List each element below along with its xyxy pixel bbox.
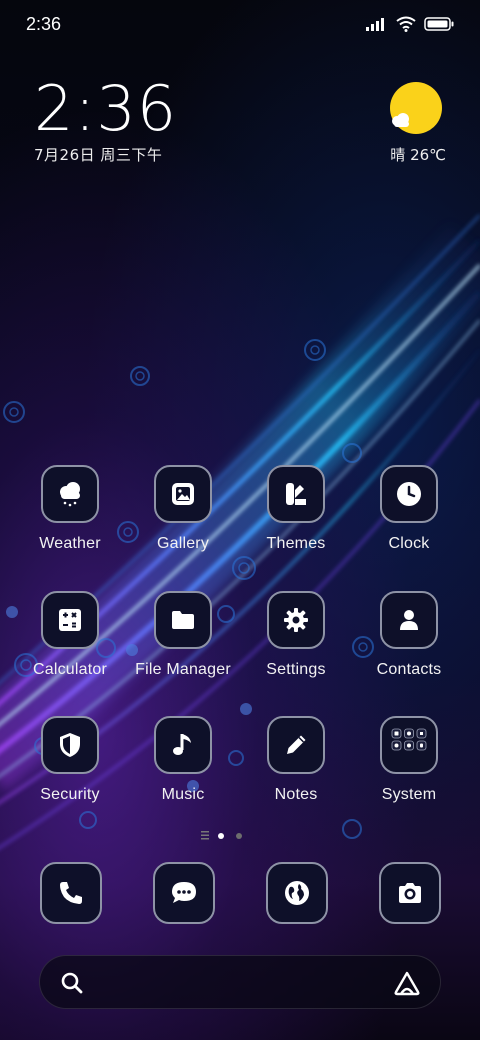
- message-icon: [153, 862, 215, 924]
- page-dot: [236, 833, 242, 839]
- app-label: Gallery: [156, 535, 210, 552]
- calculator-icon: [41, 591, 99, 649]
- pencil-icon: [267, 716, 325, 774]
- search-icon[interactable]: [60, 971, 84, 995]
- app-notes[interactable]: Notes: [241, 716, 351, 816]
- sun-with-cloud-icon: [390, 82, 442, 134]
- wifi-icon: [396, 16, 416, 32]
- clock-widget[interactable]: 2:36 7月26日 周三下午: [34, 76, 177, 165]
- minus-screen-lines-icon: [201, 831, 209, 840]
- app-system-folder[interactable]: System: [354, 716, 464, 816]
- weather-text: 晴 26℃: [390, 146, 446, 164]
- app-calculator[interactable]: Calculator: [15, 591, 125, 691]
- app-label: Clock: [388, 535, 430, 552]
- assistant-icon[interactable]: [392, 970, 422, 996]
- app-label: Music: [161, 786, 205, 803]
- app-weather[interactable]: Weather: [15, 465, 125, 565]
- home-screen: 2:36 2:36 7月26日 周三下午 晴 26℃ Weather Galle…: [0, 0, 480, 1040]
- status-bar: 2:36: [0, 0, 480, 48]
- app-security[interactable]: Security: [15, 716, 125, 816]
- app-label: Themes: [266, 535, 326, 552]
- app-settings[interactable]: Settings: [241, 591, 351, 691]
- signal-icon: [366, 18, 384, 31]
- app-label: Calculator: [32, 661, 108, 678]
- search-bar[interactable]: [39, 955, 441, 1009]
- gallery-icon: [154, 465, 212, 523]
- weather-widget[interactable]: 晴 26℃: [388, 82, 446, 164]
- phone-icon: [40, 862, 102, 924]
- app-themes[interactable]: Themes: [241, 465, 351, 565]
- page-dot-active: [218, 833, 224, 839]
- weather-cloud-icon: [41, 465, 99, 523]
- clock-icon: [380, 465, 438, 523]
- dock-browser[interactable]: [266, 862, 328, 924]
- widget-date: 7月26日 周三下午: [34, 146, 163, 164]
- app-label: System: [381, 786, 437, 803]
- status-time: 2:36: [26, 14, 62, 34]
- app-label: Contacts: [376, 661, 442, 678]
- folder-icon: [154, 591, 212, 649]
- page-indicator[interactable]: [0, 829, 480, 843]
- camera-icon: [379, 862, 441, 924]
- app-label: Notes: [274, 786, 318, 803]
- app-label: Weather: [39, 535, 101, 552]
- folder-grid-icon: [380, 716, 438, 774]
- battery-icon: [424, 17, 454, 31]
- app-label: Security: [40, 786, 100, 803]
- app-contacts[interactable]: Contacts: [354, 591, 464, 691]
- gear-icon: [267, 591, 325, 649]
- app-file-manager[interactable]: File Manager: [128, 591, 238, 691]
- widget-time: 2:36: [34, 72, 178, 145]
- app-label: Settings: [266, 661, 326, 678]
- app-label: File Manager: [135, 661, 231, 678]
- app-gallery[interactable]: Gallery: [128, 465, 238, 565]
- dock-phone[interactable]: [40, 862, 102, 924]
- contact-icon: [380, 591, 438, 649]
- browser-globe-icon: [266, 862, 328, 924]
- themes-icon: [267, 465, 325, 523]
- shield-icon: [41, 716, 99, 774]
- dock-messages[interactable]: [153, 862, 215, 924]
- music-note-icon: [154, 716, 212, 774]
- status-icons: [366, 14, 454, 34]
- app-music[interactable]: Music: [128, 716, 238, 816]
- app-clock[interactable]: Clock: [354, 465, 464, 565]
- dock-camera[interactable]: [379, 862, 441, 924]
